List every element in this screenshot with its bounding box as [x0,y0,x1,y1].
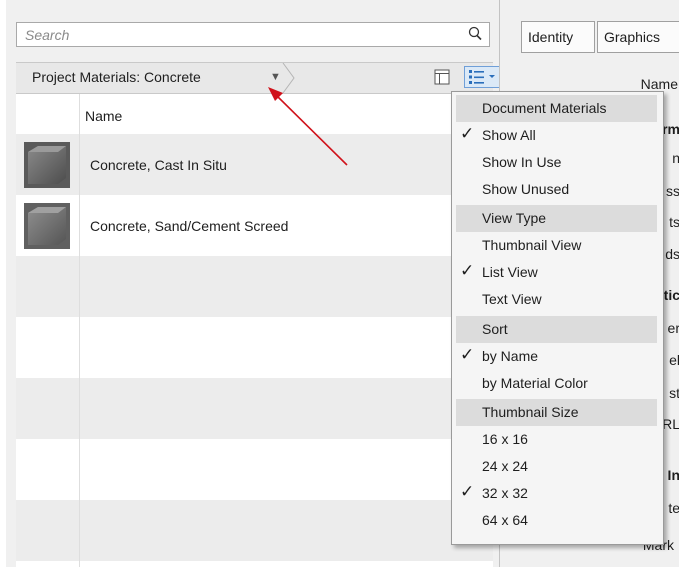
annotation-arrow-icon [268,87,348,166]
